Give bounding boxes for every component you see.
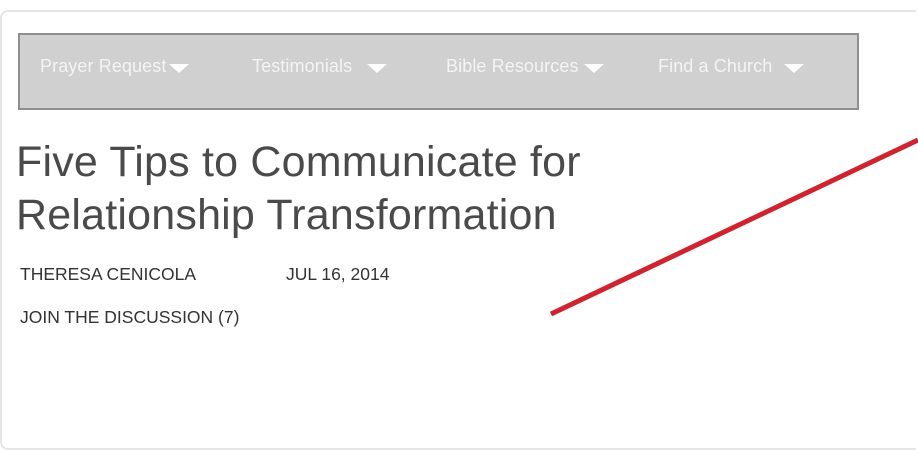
annotation-line xyxy=(549,137,918,317)
annotation-line-stroke xyxy=(549,137,918,317)
